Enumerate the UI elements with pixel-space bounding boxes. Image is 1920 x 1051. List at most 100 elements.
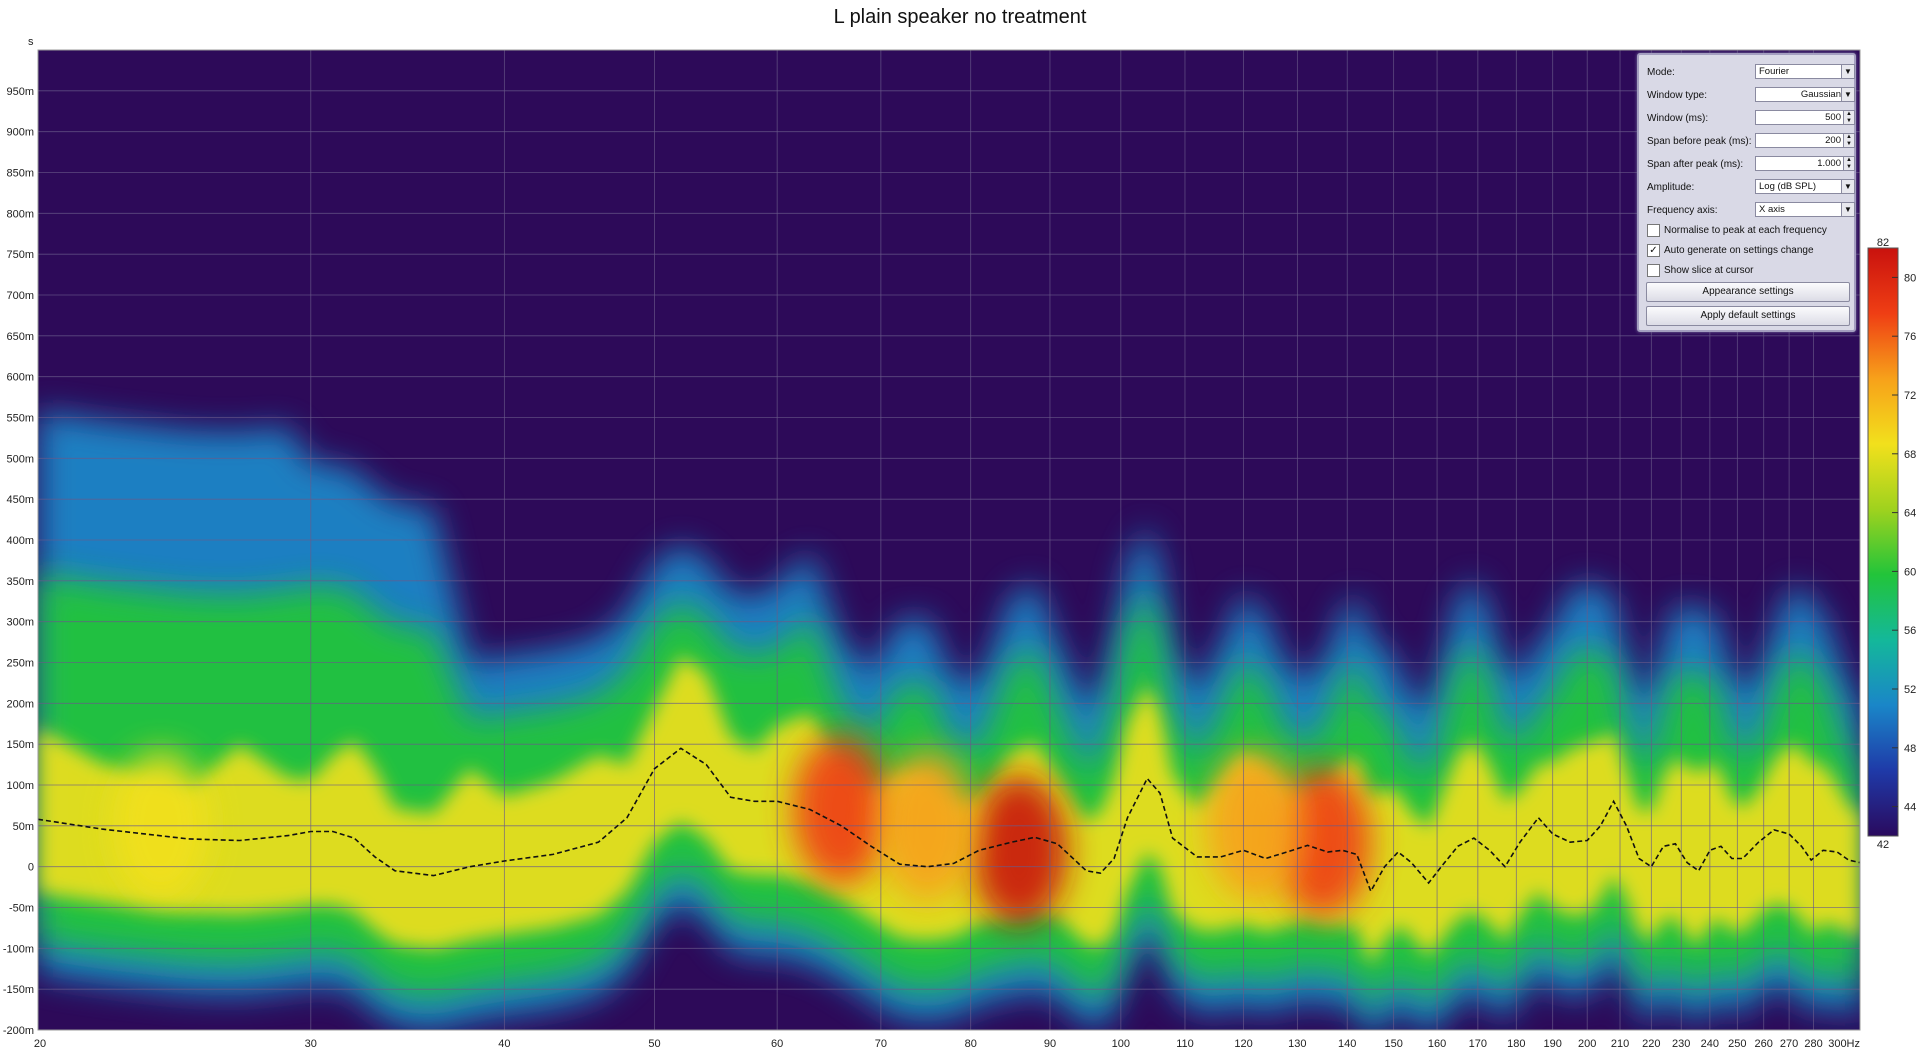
x-tick-label: 160 bbox=[1428, 1038, 1446, 1050]
x-tick-label: 220 bbox=[1642, 1038, 1660, 1050]
mode-label: Mode: bbox=[1647, 67, 1675, 78]
y-tick-label: 250m bbox=[6, 658, 34, 670]
x-tick-label: 240 bbox=[1701, 1038, 1719, 1050]
x-tick-label: 100 bbox=[1112, 1038, 1130, 1050]
x-tick-label: 170 bbox=[1469, 1038, 1487, 1050]
x-tick-label: 50 bbox=[648, 1038, 660, 1050]
y-tick-label: 650m bbox=[6, 331, 34, 343]
span-before-row: Span before peak (ms): 200 ▲ ▼ bbox=[1647, 133, 1855, 150]
x-tick-label: 90 bbox=[1044, 1038, 1056, 1050]
frequency-axis-label: Frequency axis: bbox=[1647, 205, 1718, 216]
x-tick-label: 210 bbox=[1611, 1038, 1629, 1050]
y-tick-label: 600m bbox=[6, 372, 34, 384]
normalise-label: Normalise to peak at each frequency bbox=[1664, 225, 1827, 236]
spinner-icon[interactable]: ▲ ▼ bbox=[1843, 134, 1854, 147]
x-tick-label: 120 bbox=[1234, 1038, 1252, 1050]
span-after-value: 1.000 bbox=[1817, 158, 1841, 169]
span-after-field[interactable]: 1.000 ▲ ▼ bbox=[1755, 156, 1855, 171]
hotspot bbox=[793, 734, 890, 885]
mode-select[interactable]: Fourier ▼ bbox=[1755, 64, 1855, 79]
x-tick-label: 140 bbox=[1338, 1038, 1356, 1050]
colorbar-tick-label: 76 bbox=[1904, 331, 1916, 343]
chevron-down-icon[interactable]: ▼ bbox=[1841, 203, 1854, 216]
autogen-label: Auto generate on settings change bbox=[1664, 245, 1814, 256]
x-tick-label: 180 bbox=[1507, 1038, 1525, 1050]
span-before-label: Span before peak (ms): bbox=[1647, 136, 1752, 147]
autogen-row: ✓ Auto generate on settings change bbox=[1647, 243, 1850, 260]
x-tick-label: 200 bbox=[1578, 1038, 1596, 1050]
colorbar-tick-label: 48 bbox=[1904, 743, 1916, 755]
apply-default-settings-button[interactable]: Apply default settings bbox=[1646, 306, 1850, 326]
window-type-select[interactable]: Gaussian ▼ bbox=[1755, 87, 1855, 102]
show-slice-label: Show slice at cursor bbox=[1664, 265, 1754, 276]
amplitude-label: Amplitude: bbox=[1647, 182, 1695, 193]
frequency-axis-value: X axis bbox=[1759, 204, 1785, 215]
x-tick-label: 260 bbox=[1755, 1038, 1773, 1050]
amplitude-row: Amplitude: Log (dB SPL) ▼ bbox=[1647, 179, 1855, 196]
appearance-settings-button[interactable]: Appearance settings bbox=[1646, 282, 1850, 302]
chevron-down-icon[interactable]: ▼ bbox=[1841, 180, 1854, 193]
chevron-down-icon[interactable]: ▼ bbox=[1841, 65, 1854, 78]
colorbar-tick-label: 80 bbox=[1904, 272, 1916, 284]
y-tick-label: -100m bbox=[3, 943, 34, 955]
colorbar-tick-label: 72 bbox=[1904, 390, 1916, 402]
autogen-checkbox[interactable]: ✓ bbox=[1647, 244, 1660, 257]
amplitude-select[interactable]: Log (dB SPL) ▼ bbox=[1755, 179, 1855, 194]
span-before-field[interactable]: 200 ▲ ▼ bbox=[1755, 133, 1855, 148]
window-ms-value: 500 bbox=[1825, 112, 1841, 123]
y-tick-label: 300m bbox=[6, 617, 34, 629]
y-unit-label: s bbox=[28, 36, 34, 48]
normalise-row: Normalise to peak at each frequency bbox=[1647, 223, 1850, 240]
y-tick-label: 150m bbox=[6, 739, 34, 751]
colorbar: 82 42 44 48 52 56 60 64 68 72 76 80 bbox=[1867, 237, 1916, 851]
span-before-value: 200 bbox=[1825, 135, 1841, 146]
span-after-row: Span after peak (ms): 1.000 ▲ ▼ bbox=[1647, 156, 1855, 173]
window-ms-row: Window (ms): 500 ▲ ▼ bbox=[1647, 110, 1855, 127]
spectrogram-controls-panel: Mode: Fourier ▼ Window type: Gaussian ▼ Wi… bbox=[1637, 53, 1856, 332]
show-slice-row: Show slice at cursor bbox=[1647, 263, 1850, 280]
y-tick-label: 750m bbox=[6, 249, 34, 261]
x-tick-label: 30 bbox=[305, 1038, 317, 1050]
y-tick-label: -50m bbox=[9, 903, 34, 915]
y-tick-label: 550m bbox=[6, 413, 34, 425]
colorbar-tick-label: 60 bbox=[1904, 566, 1916, 578]
y-tick-label: 400m bbox=[6, 535, 34, 547]
chevron-down-icon[interactable]: ▼ bbox=[1841, 88, 1854, 101]
y-tick-label: -150m bbox=[3, 984, 34, 996]
colorbar-tick-label: 44 bbox=[1904, 802, 1916, 814]
window-type-row: Window type: Gaussian ▼ bbox=[1647, 87, 1855, 104]
x-tick-label: 190 bbox=[1544, 1038, 1562, 1050]
frequency-axis-select[interactable]: X axis ▼ bbox=[1755, 202, 1855, 217]
y-tick-label: 100m bbox=[6, 780, 34, 792]
colorbar-tick-label: 56 bbox=[1904, 625, 1916, 637]
frequency-axis-row: Frequency axis: X axis ▼ bbox=[1647, 202, 1855, 219]
x-tick-label: 250 bbox=[1728, 1038, 1746, 1050]
colorbar-tick-label: 52 bbox=[1904, 684, 1916, 696]
x-tick-label: 70 bbox=[875, 1038, 887, 1050]
y-tick-label: -200m bbox=[3, 1025, 34, 1037]
spectrogram-chart[interactable]: 20 30 40 50 60 70 80 90 100 110 120 130 140 150 160 170… bbox=[0, 0, 1920, 1051]
y-tick-label: 200m bbox=[6, 698, 34, 710]
colorbar-tick-label: 64 bbox=[1904, 508, 1916, 520]
y-tick-label: 50m bbox=[13, 821, 34, 833]
window-ms-label: Window (ms): bbox=[1647, 113, 1709, 124]
x-tick-label: 150 bbox=[1384, 1038, 1402, 1050]
x-tick-label: 280 bbox=[1804, 1038, 1822, 1050]
window-type-label: Window type: bbox=[1647, 90, 1708, 101]
normalise-checkbox[interactable] bbox=[1647, 224, 1660, 237]
mode-row: Mode: Fourier ▼ bbox=[1647, 64, 1855, 81]
x-tick-label: 40 bbox=[498, 1038, 510, 1050]
colorbar-min-label: 42 bbox=[1877, 839, 1889, 851]
spinner-icon[interactable]: ▲ ▼ bbox=[1843, 111, 1854, 124]
y-tick-label: 450m bbox=[6, 494, 34, 506]
show-slice-checkbox[interactable] bbox=[1647, 264, 1660, 277]
y-tick-label: 950m bbox=[6, 86, 34, 98]
window-ms-field[interactable]: 500 ▲ ▼ bbox=[1755, 110, 1855, 125]
x-tick-label: 130 bbox=[1288, 1038, 1306, 1050]
x-axis: 20 30 40 50 60 70 80 90 100 110 120 130 140 150 160 170… bbox=[34, 1038, 1860, 1050]
x-tick-label: 80 bbox=[965, 1038, 977, 1050]
y-tick-label: 350m bbox=[6, 576, 34, 588]
spinner-icon[interactable]: ▲ ▼ bbox=[1843, 157, 1854, 170]
mode-value: Fourier bbox=[1759, 66, 1790, 77]
span-after-label: Span after peak (ms): bbox=[1647, 159, 1744, 170]
